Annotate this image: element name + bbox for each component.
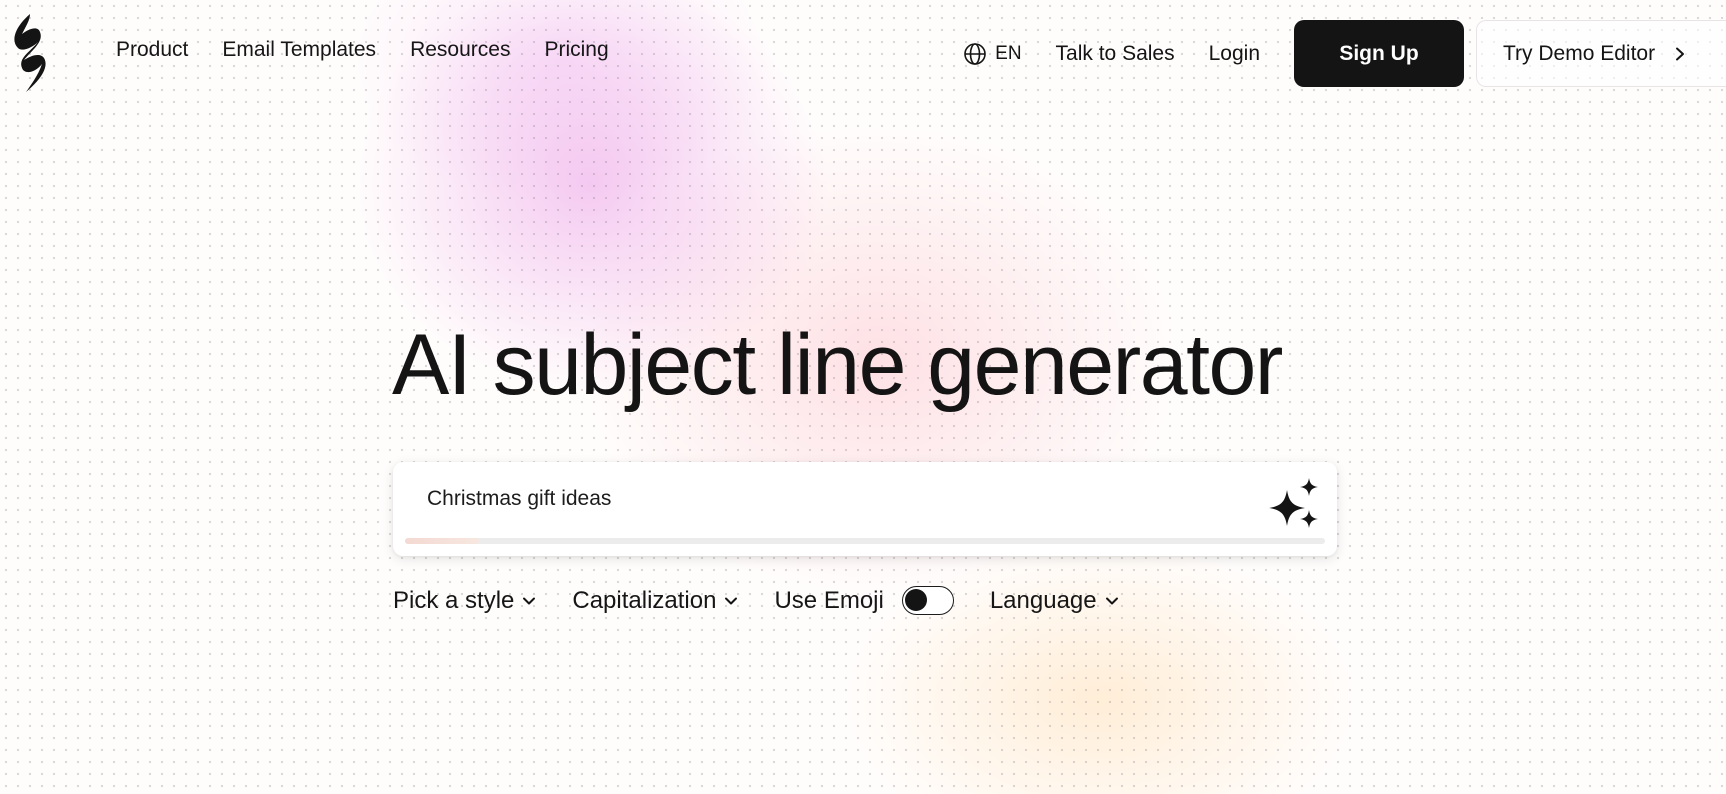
use-emoji-control: Use Emoji bbox=[774, 586, 954, 615]
globe-icon bbox=[964, 42, 986, 65]
language-label: EN bbox=[995, 42, 1022, 64]
generator-options: Pick a style Capitalization Use Emoji La… bbox=[393, 586, 1119, 615]
nav-link-pricing[interactable]: Pricing bbox=[544, 38, 608, 62]
generation-progress-track bbox=[405, 538, 1325, 544]
brand-logo-icon[interactable] bbox=[8, 12, 50, 94]
nav-link-email-templates[interactable]: Email Templates bbox=[222, 38, 376, 62]
use-emoji-toggle[interactable] bbox=[901, 586, 954, 615]
talk-to-sales-link[interactable]: Talk to Sales bbox=[1056, 42, 1175, 66]
nav-link-product[interactable]: Product bbox=[116, 38, 188, 62]
nav-link-resources[interactable]: Resources bbox=[410, 38, 510, 62]
try-demo-editor-label: Try Demo Editor bbox=[1503, 41, 1656, 65]
toggle-knob bbox=[904, 589, 927, 611]
sparkle-icon[interactable] bbox=[1265, 476, 1323, 534]
generation-progress-fill bbox=[405, 538, 479, 544]
language-dropdown[interactable]: Language bbox=[990, 587, 1119, 615]
login-link[interactable]: Login bbox=[1209, 42, 1260, 66]
prompt-input[interactable]: Christmas gift ideas bbox=[427, 487, 611, 511]
page-title: AI subject line generator bbox=[392, 317, 1283, 413]
sign-up-button[interactable]: Sign Up bbox=[1294, 20, 1464, 87]
chevron-down-icon bbox=[1105, 597, 1118, 604]
nav-actions: EN Talk to Sales Login Sign Up Try Demo … bbox=[963, 20, 1726, 87]
language-selector[interactable]: EN bbox=[963, 42, 1022, 66]
use-emoji-label: Use Emoji bbox=[774, 586, 884, 614]
top-navigation: Product Email Templates Resources Pricin… bbox=[0, 0, 1726, 106]
pick-style-label: Pick a style bbox=[393, 586, 515, 614]
chevron-down-icon bbox=[725, 597, 738, 604]
primary-nav: Product Email Templates Resources Pricin… bbox=[116, 38, 609, 62]
chevron-right-icon bbox=[1676, 47, 1685, 60]
prompt-input-card: Christmas gift ideas bbox=[393, 462, 1337, 556]
language-dropdown-label: Language bbox=[989, 586, 1097, 614]
capitalization-dropdown[interactable]: Capitalization bbox=[572, 587, 738, 615]
chevron-down-icon bbox=[523, 597, 536, 604]
try-demo-editor-button[interactable]: Try Demo Editor bbox=[1476, 20, 1726, 87]
pick-style-dropdown[interactable]: Pick a style bbox=[393, 587, 536, 615]
capitalization-label: Capitalization bbox=[572, 586, 717, 614]
